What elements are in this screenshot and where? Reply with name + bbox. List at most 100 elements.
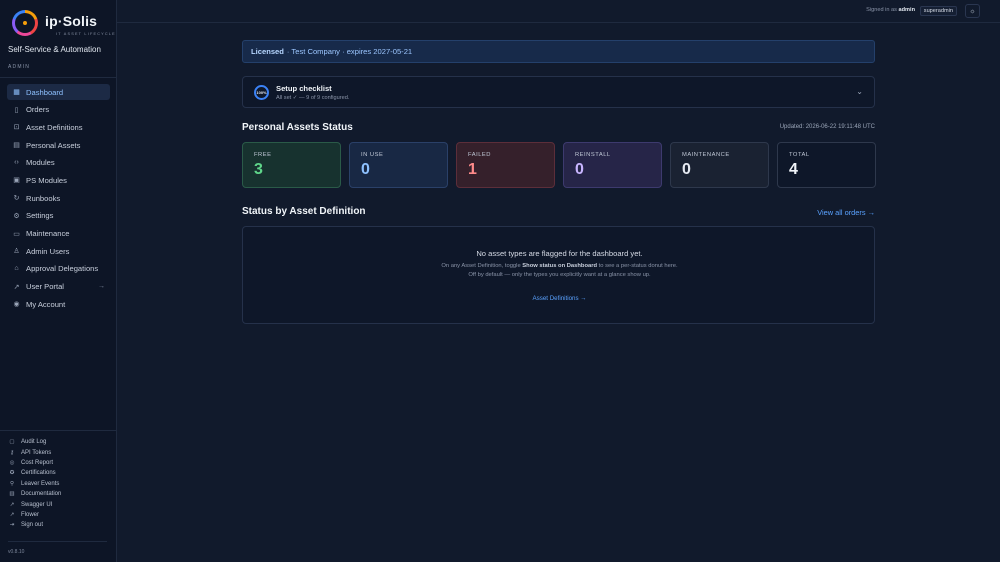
role-label: ADMIN [8, 64, 31, 70]
utility-link-label: Flower [21, 511, 40, 518]
stat-card-in-use[interactable]: IN USE 0 [349, 142, 448, 188]
sidebar-item-admin-users[interactable]: ♙ Admin Users [7, 243, 110, 259]
stat-card-total[interactable]: TOTAL 4 [777, 142, 876, 188]
sidebar: ip·Solis IT ASSET LIFECYCLE Self-Service… [0, 0, 117, 562]
setup-checklist[interactable]: 100% Setup checklist All set ✓ — 9 of 9 … [242, 76, 875, 108]
utility-link-label: Sign out [21, 522, 44, 529]
sidebar-item-settings[interactable]: ⚙ Settings [7, 208, 110, 224]
divider [0, 77, 116, 78]
sidebar-item-ps-modules[interactable]: ▣ PS Modules [7, 172, 110, 188]
sidebar-item-label: Settings [26, 211, 54, 221]
signed-in-user: admin [898, 7, 915, 13]
utility-link-documentation[interactable]: ▥ Documentation [8, 489, 108, 499]
version-label: v0.8.10 [8, 549, 25, 555]
utility-link-label: Certifications [21, 470, 56, 477]
stat-label: MAINTENANCE [682, 152, 730, 158]
sidebar-item-asset-definitions[interactable]: ⊡ Asset Definitions [7, 119, 110, 135]
sidebar-item-label: User Portal [26, 282, 64, 292]
theme-toggle-button[interactable]: ☼ [965, 4, 980, 18]
walk-icon: ⚲ [9, 480, 15, 487]
sidebar-item-label: Orders [26, 105, 50, 115]
stat-card-free[interactable]: FREE 3 [242, 142, 341, 188]
sidebar-item-label: Approval Delegations [26, 264, 99, 274]
arrow-right-icon: → [98, 283, 105, 291]
utility-link-certifications[interactable]: ✪ Certifications [8, 468, 108, 478]
inbox-icon: ▤ [13, 142, 20, 150]
terminal-icon: ▣ [13, 177, 20, 185]
utility-link-leaver-events[interactable]: ⚲ Leaver Events [8, 479, 108, 489]
stat-label: FREE [254, 152, 272, 158]
top-bar: Signed in as admin superadmin ☼ [117, 0, 1000, 23]
sidebar-item-dashboard[interactable]: ▦ Dashboard [7, 84, 110, 100]
utility-link-label: Documentation [21, 491, 62, 498]
stat-card-reinstall[interactable]: REINSTALL 0 [563, 142, 662, 188]
external-link-icon: ↗ [9, 511, 15, 518]
sidebar-item-label: Asset Definitions [26, 122, 83, 132]
sidebar-item-personal-assets[interactable]: ▤ Personal Assets [7, 137, 110, 153]
stat-label: REINSTALL [575, 152, 611, 158]
badge-icon: ✪ [9, 470, 15, 477]
utility-link-cost-report[interactable]: ◎ Cost Report [8, 458, 108, 468]
role-badge: superadmin [919, 6, 957, 16]
stat-card-maintenance[interactable]: MAINTENANCE 0 [670, 142, 769, 188]
sidebar-item-approval-delegations[interactable]: ⌂ Approval Delegations [7, 261, 110, 277]
org-name: Self-Service & Automation [8, 45, 101, 54]
brand-name: ip·Solis [45, 13, 98, 29]
monitor-icon: ▭ [13, 230, 20, 238]
stat-value: 3 [254, 161, 263, 178]
sidebar-utility-links: ▢ Audit Log ⚷ API Tokens ◎ Cost Report ✪ Certif… [8, 437, 108, 531]
checklist-subtitle: All set ✓ — 9 of 9 configured. [276, 95, 350, 101]
refresh-icon: ↻ [13, 195, 20, 203]
dashboard-icon: ▦ [13, 89, 20, 96]
external-link-icon: ↗ [13, 283, 20, 291]
stat-value: 4 [789, 161, 798, 178]
code-icon: ‹› [14, 159, 19, 167]
empty-state-title: No asset types are flagged for the dashb… [476, 249, 643, 258]
utility-link-label: Swagger UI [21, 501, 53, 508]
license-banner: Licensed · Test Company · expires 2027-0… [242, 40, 875, 63]
sidebar-item-label: Admin Users [26, 246, 70, 256]
sidebar-item-modules[interactable]: ‹› Modules [7, 155, 110, 171]
sun-icon: ☼ [969, 7, 976, 15]
sidebar-item-user-portal[interactable]: ↗ User Portal → [7, 279, 110, 295]
sidebar-item-runbooks[interactable]: ↻ Runbooks [7, 190, 110, 206]
asset-definitions-link[interactable]: Asset Definitions → [243, 295, 876, 302]
license-status: Licensed [251, 47, 284, 56]
user-circle-icon: ◉ [13, 301, 20, 309]
divider [8, 541, 107, 542]
logo-dot [23, 21, 27, 25]
clipboard-icon: ▯ [14, 106, 19, 114]
sidebar-item-label: Dashboard [26, 87, 64, 97]
key-icon: ⚷ [9, 449, 15, 456]
sidebar-nav: ▦ Dashboard ▯ Orders ⊡ Asset Definitions ▤ Pers… [7, 84, 110, 314]
stat-label: TOTAL [789, 152, 810, 158]
updated-timestamp: Updated: 2026-06-22 19:11:48 UTC [779, 124, 875, 130]
utility-link-label: Audit Log [21, 439, 47, 446]
external-link-icon: ↗ [9, 501, 15, 508]
empty-state-description: On any Asset Definition, toggle Show sta… [438, 262, 681, 279]
user-icon: ♙ [13, 248, 20, 256]
sidebar-item-maintenance[interactable]: ▭ Maintenance [7, 226, 110, 242]
chevron-down-icon[interactable]: ⌄ [856, 87, 863, 96]
logout-icon: ⇥ [9, 522, 15, 529]
utility-link-flower[interactable]: ↗ Flower [8, 510, 108, 520]
view-all-orders-link[interactable]: View all orders → [817, 208, 875, 217]
bank-icon: ⌂ [14, 265, 19, 273]
brand-logo[interactable]: ip·Solis IT ASSET LIFECYCLE [12, 10, 115, 38]
brand-tagline: IT ASSET LIFECYCLE [56, 32, 116, 36]
sidebar-item-label: Maintenance [26, 229, 70, 238]
utility-link-sign-out[interactable]: ⇥ Sign out [8, 520, 108, 530]
stat-card-failed[interactable]: FAILED 1 [456, 142, 555, 188]
stat-value: 0 [682, 161, 691, 178]
stat-label: FAILED [468, 152, 491, 158]
sidebar-item-orders[interactable]: ▯ Orders [7, 102, 110, 118]
utility-link-swagger-ui[interactable]: ↗ Swagger UI [8, 499, 108, 509]
empty-state-card: No asset types are flagged for the dashb… [242, 226, 875, 324]
sidebar-item-label: My Account [26, 299, 66, 309]
stat-value: 0 [361, 161, 370, 178]
empty-desc-part-1: On any Asset Definition, toggle [441, 263, 521, 269]
utility-link-label: Leaver Events [21, 480, 60, 487]
sidebar-item-my-account[interactable]: ◉ My Account [7, 296, 110, 312]
utility-link-audit-log[interactable]: ▢ Audit Log [8, 437, 108, 447]
utility-link-api-tokens[interactable]: ⚷ API Tokens [8, 447, 108, 457]
